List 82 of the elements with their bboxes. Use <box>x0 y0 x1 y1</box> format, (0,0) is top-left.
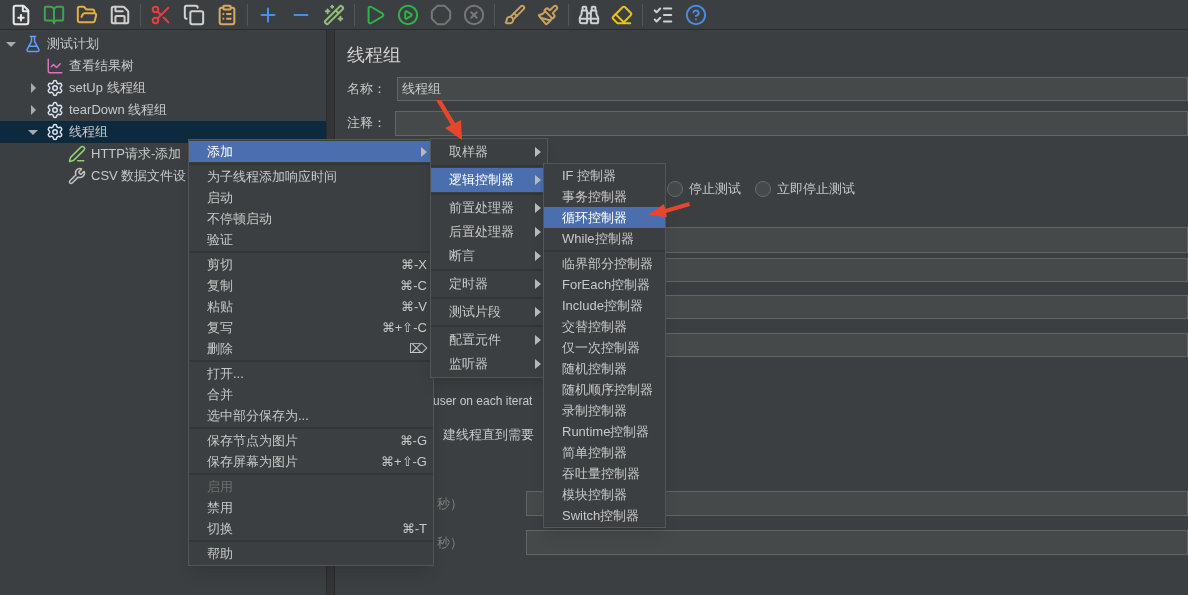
menu-item[interactable]: 剪切 ⌘-X <box>189 254 433 275</box>
radio-button[interactable] <box>667 181 683 197</box>
menu-item[interactable]: 取样器 <box>431 140 547 164</box>
menu-item[interactable]: Include控制器 <box>544 295 665 316</box>
menu-item[interactable]: 添加 <box>189 141 433 162</box>
tree-item[interactable]: 查看结果树 <box>0 55 326 77</box>
menu-item[interactable]: Runtime控制器 <box>544 421 665 442</box>
wrench-icon <box>68 167 86 185</box>
menu-item[interactable]: 随机控制器 <box>544 358 665 379</box>
shortcut-label: ⌘-C <box>400 276 427 295</box>
field-label: 注释： <box>347 114 387 133</box>
pen-icon <box>68 145 86 163</box>
menu-item[interactable]: ForEach控制器 <box>544 274 665 295</box>
gear-icon <box>46 79 64 97</box>
menu-item[interactable]: 录制控制器 <box>544 400 665 421</box>
menu-item[interactable]: 保存屏幕为图片 ⌘+⇧-G <box>189 451 433 472</box>
flask-icon <box>24 35 42 53</box>
menu-item[interactable]: 启动 <box>189 187 433 208</box>
menu-item[interactable]: 模块控制器 <box>544 484 665 505</box>
menu-item[interactable]: 简单控制器 <box>544 442 665 463</box>
tree-label: HTTP请求-添加 <box>91 145 182 164</box>
field-label: 秒） <box>436 533 464 552</box>
radio-label: 停止测试 <box>689 180 741 199</box>
tree-item[interactable]: setUp 线程组 <box>0 77 326 99</box>
shortcut-label: ⌘+⇧-C <box>381 318 427 337</box>
field-label: 秒） <box>436 494 464 513</box>
input-field[interactable] <box>665 295 1188 319</box>
tree-item[interactable]: 测试计划 <box>0 33 326 55</box>
shortcut-label: ⌘-T <box>401 519 427 538</box>
menu-item[interactable]: 为子线程添加响应时间 <box>189 166 433 187</box>
shortcut-label: ⌘-V <box>401 297 427 316</box>
menu-item[interactable]: 帮助 <box>189 543 433 564</box>
shortcut-label: ⌘+⇧-G <box>380 452 427 471</box>
menu-item[interactable]: While控制器 <box>544 228 665 249</box>
menu-item[interactable]: 交替控制器 <box>544 316 665 337</box>
menu-item[interactable]: IF 控制器 <box>544 165 665 186</box>
menu-item[interactable]: 吞吐量控制器 <box>544 463 665 484</box>
input-field[interactable] <box>665 258 1188 282</box>
menu-item[interactable]: 仅一次控制器 <box>544 337 665 358</box>
tree-label: 线程组 <box>69 123 108 142</box>
tree-label: tearDown 线程组 <box>69 101 168 120</box>
menu-item[interactable]: 随机顺序控制器 <box>544 379 665 400</box>
gear-icon <box>46 101 64 119</box>
checkbox-label: 建线程直到需要 <box>443 426 534 445</box>
field-label: 名称： <box>347 80 387 99</box>
tree-label: setUp 线程组 <box>69 79 146 98</box>
tree-label: 查看结果树 <box>69 57 134 76</box>
menu-item[interactable]: 删除 ⌦ <box>189 338 433 359</box>
menu-item[interactable]: 禁用 <box>189 497 433 518</box>
panel-title: 线程组 <box>347 44 402 67</box>
menu-item[interactable]: 合并 <box>189 384 433 405</box>
radio-button[interactable] <box>755 181 771 197</box>
tree-label: CSV 数据文件设 <box>91 167 187 186</box>
annotation-arrow <box>648 200 690 218</box>
input-field[interactable] <box>665 227 1188 253</box>
menu-item[interactable]: 临界部分控制器 <box>544 253 665 274</box>
input-field[interactable] <box>526 530 1188 555</box>
menu-item[interactable]: 事务控制器 <box>544 186 665 207</box>
shortcut-label: ⌘-G <box>399 431 427 450</box>
menu-item[interactable]: 循环控制器 <box>544 207 665 228</box>
menu-item[interactable]: 复写 ⌘+⇧-C <box>189 317 433 338</box>
name-field[interactable]: 线程组 <box>397 77 1188 101</box>
submenu-arrow-icon <box>535 147 541 157</box>
menu-item[interactable]: 选中部分保存为... <box>189 405 433 426</box>
tree-item[interactable]: 线程组 <box>0 121 326 143</box>
comment-field[interactable] <box>395 110 1188 136</box>
checkbox-label: user on each iterat <box>433 393 533 410</box>
menu-item[interactable]: 保存节点为图片 ⌘-G <box>189 430 433 451</box>
gear-icon <box>46 123 64 141</box>
shortcut-label: ⌘-X <box>401 255 427 274</box>
menu-item[interactable]: 打开... <box>189 363 433 384</box>
tree-item[interactable]: tearDown 线程组 <box>0 99 326 121</box>
menu-item[interactable]: Switch控制器 <box>544 505 665 526</box>
radio-label: 立即停止测试 <box>777 180 855 199</box>
shortcut-label: ⌦ <box>409 339 427 358</box>
tree-label: 测试计划 <box>47 35 99 54</box>
menu-item[interactable]: 复制 ⌘-C <box>189 275 433 296</box>
menu-item[interactable]: 验证 <box>189 229 433 250</box>
chart-icon <box>46 57 64 75</box>
menu-item[interactable]: 切换 ⌘-T <box>189 518 433 539</box>
menu-item[interactable]: 粘贴 ⌘-V <box>189 296 433 317</box>
menu-item[interactable]: 不停顿启动 <box>189 208 433 229</box>
